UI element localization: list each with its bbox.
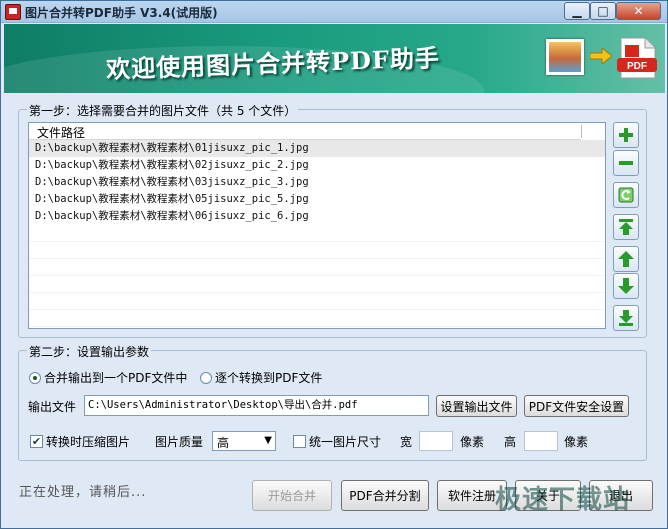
quality-label: 图片质量 [155, 435, 204, 449]
output-path-input[interactable]: C:\Users\Administrator\Desktop\导出\合并.pdf [84, 395, 429, 416]
empty-list-row [29, 259, 605, 276]
file-row[interactable]: D:\backup\教程素材\教程素材\01jisuxz_pic_1.jpg [29, 140, 605, 157]
clear-icon [618, 187, 634, 203]
pdf-badge-text: PDF [627, 61, 647, 72]
column-separator[interactable] [581, 125, 582, 138]
radio-each-label: 逐个转换到PDF文件 [215, 371, 323, 385]
list-header[interactable]: 文件路径 [29, 123, 581, 140]
move-bottom-button[interactable] [613, 305, 639, 331]
file-row[interactable]: D:\backup\教程素材\教程素材\06jisuxz_pic_6.jpg [29, 208, 605, 225]
remove-icon [619, 161, 633, 165]
image-icon [546, 39, 584, 75]
welcome-banner: 欢迎使用图片合并转PDF助手 PDF [4, 24, 665, 93]
step1-label: 第一步：选择需要合并的图片文件（共 5 个文件） [27, 102, 299, 119]
unify-size-checkbox[interactable]: 统一图片尺寸 [293, 433, 381, 450]
empty-list-row [29, 242, 605, 259]
radio-merge-one[interactable]: 合并输出到一个PDF文件中 [29, 369, 187, 386]
set-output-button[interactable]: 设置输出文件 [436, 395, 517, 417]
quality-select[interactable]: 高 ▼ [212, 431, 276, 451]
height-input[interactable] [524, 431, 558, 451]
width-unit-label: 像素 [460, 435, 485, 449]
radio-merge-label: 合并输出到一个PDF文件中 [44, 371, 188, 385]
radio-selected-indicator [29, 371, 41, 384]
file-row[interactable]: D:\backup\教程素材\教程素材\02jisuxz_pic_2.jpg [29, 157, 605, 174]
empty-list-row [29, 310, 605, 327]
file-row[interactable]: D:\backup\教程素材\教程素材\03jisuxz_pic_3.jpg [29, 174, 605, 191]
height-unit-label: 像素 [564, 435, 589, 449]
width-label: 宽 [400, 435, 413, 449]
pdf-merge-split-button[interactable]: PDF合并分割 [341, 480, 429, 511]
site-watermark: 极速下载站 [495, 485, 631, 515]
file-row[interactable]: D:\backup\教程素材\教程素材\05jisuxz_pic_5.jpg [29, 191, 605, 208]
width-input[interactable] [419, 431, 453, 451]
empty-list-row [29, 293, 605, 310]
quality-value: 高 [217, 436, 230, 450]
step1-group: 第一步：选择需要合并的图片文件（共 5 个文件） 文件路径 D:\backup\… [18, 102, 647, 338]
move-down-button[interactable] [613, 273, 639, 299]
banner-title: 欢迎使用图片合并转PDF助手 [105, 43, 441, 84]
remove-file-button[interactable] [613, 150, 639, 176]
checkmark-icon: ✔ [30, 435, 43, 448]
chevron-down-icon: ▼ [264, 435, 272, 446]
move-down-icon [618, 278, 634, 294]
move-up-button[interactable] [613, 246, 639, 272]
close-button[interactable]: ✕ [616, 2, 661, 20]
status-text: 正在处理，请稍后... [19, 485, 147, 500]
arrow-right-icon [590, 48, 612, 64]
window-title: 图片合并转PDF助手 V3.4(试用版) [25, 6, 218, 20]
unchecked-box [293, 435, 306, 448]
move-bottom-icon [619, 310, 633, 326]
height-label: 高 [504, 435, 517, 449]
compress-checkbox[interactable]: ✔ 转换时压缩图片 [30, 433, 130, 450]
app-logo-icon [5, 4, 21, 20]
move-up-icon [618, 251, 634, 267]
unify-size-label: 统一图片尺寸 [309, 435, 382, 449]
app-window: 图片合并转PDF助手 V3.4(试用版) ▁ □ ✕ 欢迎使用图片合并转PDF助… [0, 0, 668, 529]
start-merge-button[interactable]: 开始合并 [252, 480, 332, 511]
move-top-button[interactable] [613, 214, 639, 240]
empty-list-row [29, 276, 605, 293]
output-file-label: 输出文件 [28, 400, 77, 414]
radio-unselected-indicator [200, 371, 212, 384]
file-list[interactable]: 文件路径 D:\backup\教程素材\教程素材\01jisuxz_pic_1.… [28, 122, 606, 329]
minimize-button[interactable]: ▁ [564, 2, 590, 20]
step2-group: 第二步：设置输出参数 合并输出到一个PDF文件中 逐个转换到PDF文件 输出文件… [18, 343, 647, 461]
file-rows: D:\backup\教程素材\教程素材\01jisuxz_pic_1.jpg D… [29, 140, 605, 327]
maximize-button[interactable]: □ [590, 2, 616, 20]
move-top-icon [619, 219, 633, 235]
add-icon [619, 128, 633, 142]
radio-convert-each[interactable]: 逐个转换到PDF文件 [200, 369, 322, 386]
compress-label: 转换时压缩图片 [46, 435, 131, 449]
pdf-security-button[interactable]: PDF文件安全设置 [524, 395, 629, 417]
add-file-button[interactable] [613, 122, 639, 148]
pdf-file-icon: PDF [617, 37, 657, 79]
column-header-path: 文件路径 [37, 126, 86, 140]
clear-list-button[interactable] [613, 182, 639, 208]
empty-list-row [29, 225, 605, 242]
step2-label: 第二步：设置输出参数 [27, 343, 152, 360]
title-bar[interactable]: 图片合并转PDF助手 V3.4(试用版) ▁ □ ✕ [1, 1, 667, 23]
